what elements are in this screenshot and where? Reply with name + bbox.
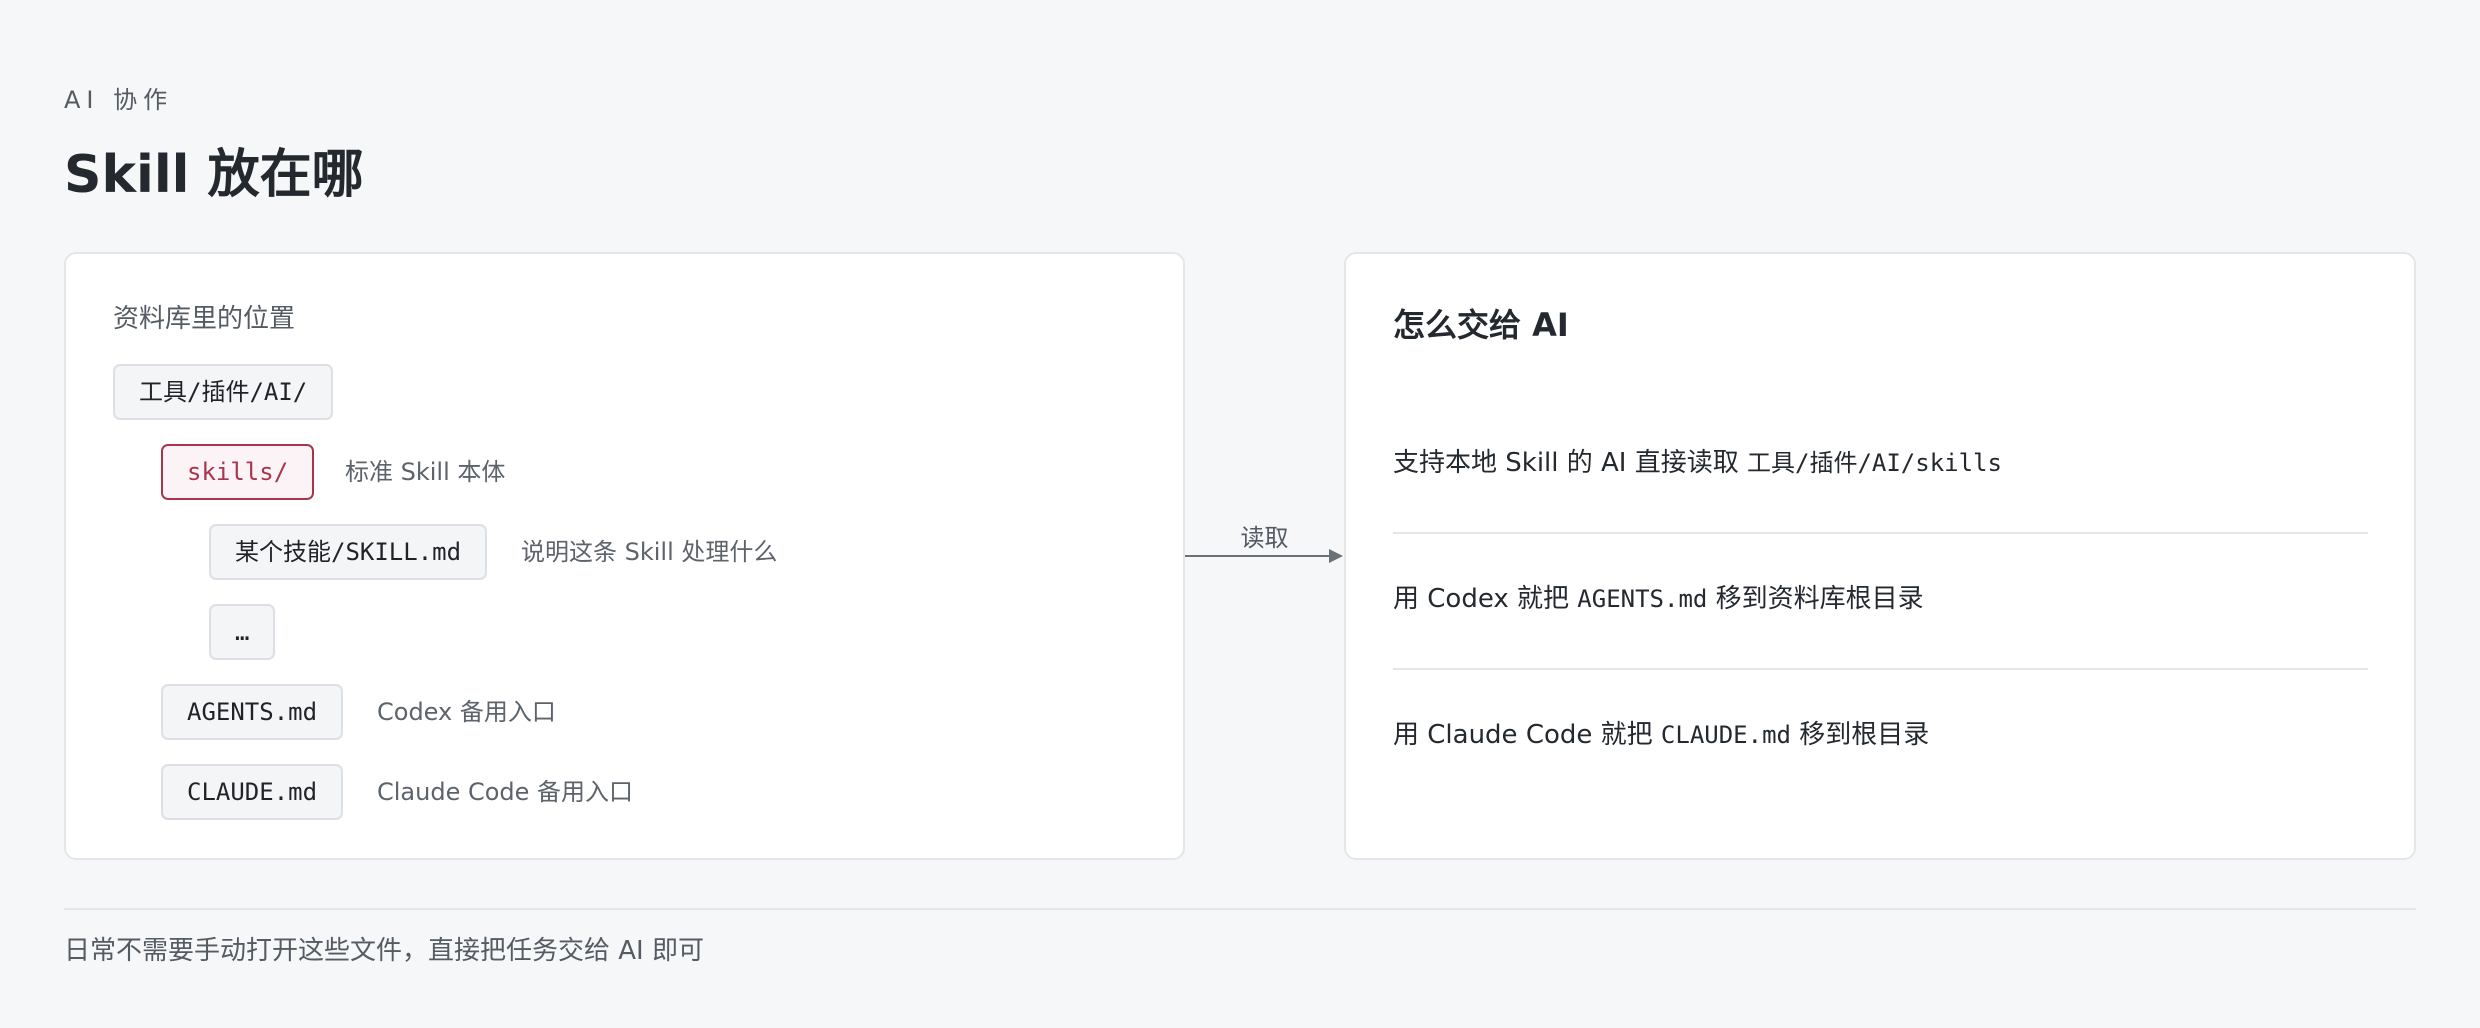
step-text: 用 Claude Code 就把: [1393, 720, 1661, 750]
more-items-chip: …: [209, 604, 276, 660]
page-title: Skill 放在哪: [64, 145, 364, 205]
skills-folder-chip: skills/: [161, 444, 315, 500]
footer-note: 日常不需要手动打开这些文件，直接把任务交给 AI 即可: [64, 936, 704, 966]
root-folder-chip: 工具/插件/AI/: [113, 364, 334, 420]
step-suffix: 移到资料库根目录: [1707, 584, 1924, 614]
step-suffix: 移到根目录: [1790, 720, 1930, 750]
footer-divider: [64, 908, 2416, 910]
section-eyebrow: AI 协作: [64, 86, 174, 114]
skill-file-note: 说明这条 Skill 处理什么: [521, 538, 778, 566]
claude-file-note: Claude Code 备用入口: [377, 778, 634, 806]
step-claude-code: 用 Claude Code 就把 CLAUDE.md 移到根目录: [1393, 714, 2368, 751]
agents-file-chip: AGENTS.md: [161, 684, 344, 740]
step-code: 工具/插件/AI/skills: [1747, 449, 2002, 477]
agents-file-note: Codex 备用入口: [377, 698, 556, 726]
arrow-right-icon: [1185, 549, 1343, 563]
skills-folder-note: 标准 Skill 本体: [345, 458, 506, 486]
step-code: AGENTS.md: [1577, 585, 1708, 613]
step-text: 支持本地 Skill 的 AI 直接读取: [1393, 448, 1748, 478]
step-codex: 用 Codex 就把 AGENTS.md 移到资料库根目录: [1393, 578, 2368, 615]
claude-file-chip: CLAUDE.md: [161, 764, 344, 820]
handoff-panel-title: 怎么交给 AI: [1393, 306, 1569, 344]
location-panel-label: 资料库里的位置: [113, 304, 296, 334]
step-local-skill: 支持本地 Skill 的 AI 直接读取 工具/插件/AI/skills: [1393, 442, 2368, 479]
handoff-panel: 怎么交给 AI 支持本地 Skill 的 AI 直接读取 工具/插件/AI/sk…: [1344, 252, 2416, 860]
location-panel: 资料库里的位置 工具/插件/AI/ skills/ 标准 Skill 本体 某个…: [64, 252, 1185, 860]
step-text: 用 Codex 就把: [1393, 584, 1578, 614]
step-divider: [1393, 532, 2368, 534]
skill-file-chip: 某个技能/SKILL.md: [209, 524, 488, 580]
step-divider: [1393, 668, 2368, 670]
step-code: CLAUDE.md: [1660, 721, 1791, 749]
